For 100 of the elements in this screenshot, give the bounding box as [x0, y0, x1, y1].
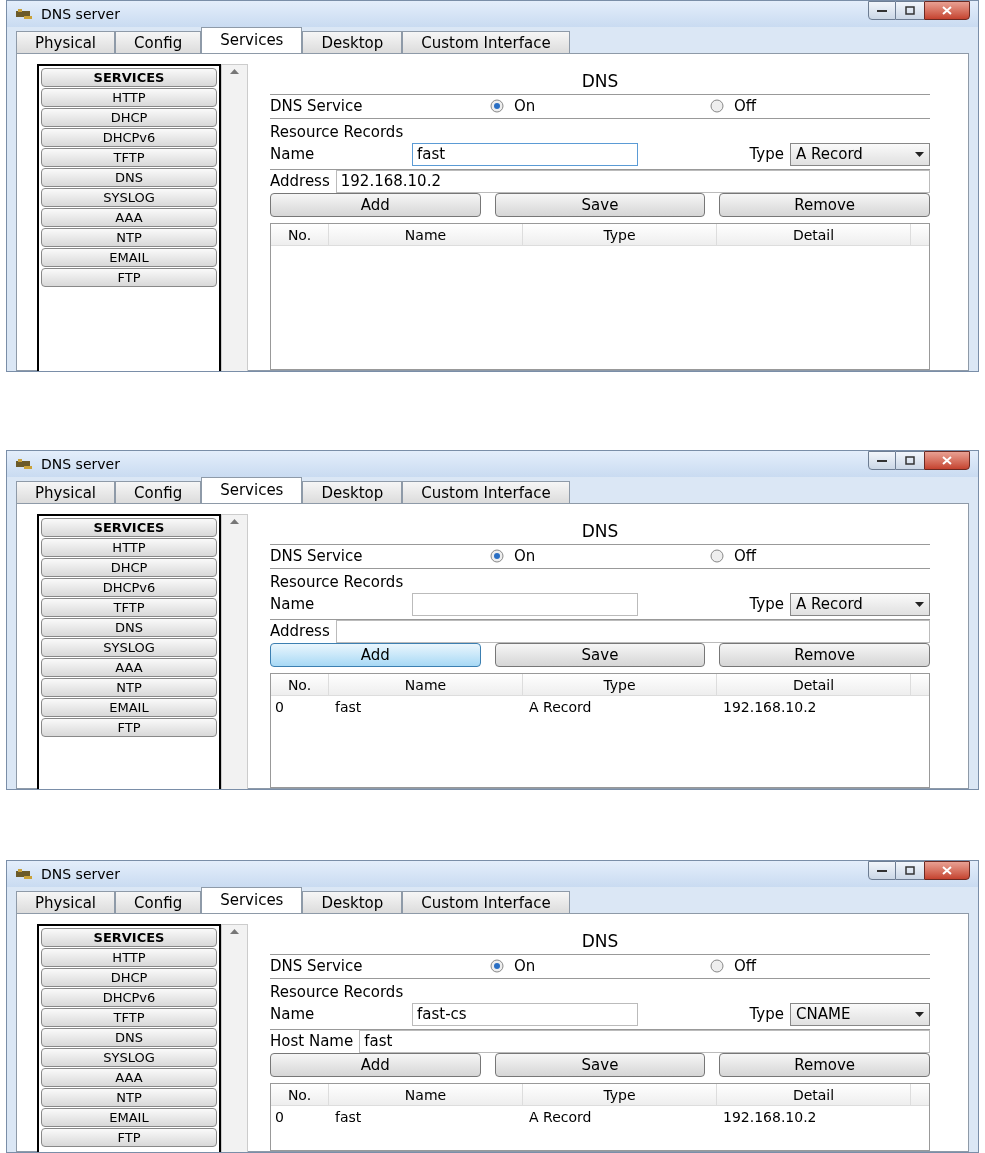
services-header[interactable]: SERVICES	[41, 518, 217, 537]
name-field[interactable]: fast-cs	[412, 1002, 638, 1026]
service-item[interactable]: AAA	[41, 658, 217, 677]
column-header: Name	[329, 1083, 523, 1105]
scroll-up-icon	[230, 929, 239, 934]
service-item[interactable]: NTP	[41, 1088, 217, 1107]
table-cell-text: 192.168.10.2	[722, 698, 818, 717]
services-header[interactable]: SERVICES	[41, 928, 217, 947]
service-item[interactable]: DNS	[41, 1028, 217, 1047]
radio-button[interactable]	[490, 549, 504, 564]
close-button[interactable]	[924, 861, 970, 880]
service-item[interactable]: DHCPv6	[41, 988, 217, 1007]
maximize-icon	[905, 456, 915, 465]
field-label: Name	[270, 593, 316, 615]
service-item[interactable]: DHCP	[41, 558, 217, 577]
section-label: Resource Records	[270, 121, 405, 143]
service-item[interactable]: TFTP	[41, 148, 217, 167]
radio-button[interactable]	[710, 99, 724, 114]
radio-button[interactable]	[710, 549, 724, 564]
service-item[interactable]: DNS	[41, 618, 217, 637]
column-header: Name	[329, 673, 523, 695]
tab[interactable]: Services	[201, 27, 303, 53]
action-button[interactable]: Add	[270, 192, 481, 217]
service-item[interactable]: TFTP	[41, 598, 217, 617]
service-item[interactable]: HTTP	[41, 88, 217, 107]
tab[interactable]: Desktop	[302, 31, 403, 53]
tab[interactable]: Config	[115, 481, 202, 503]
minimize-button[interactable]	[868, 861, 896, 880]
address-field[interactable]: fast	[359, 1029, 930, 1053]
minimize-button[interactable]	[868, 1, 896, 20]
action-button[interactable]: Remove	[719, 192, 930, 217]
service-item[interactable]: HTTP	[41, 538, 217, 557]
tab[interactable]: Desktop	[302, 891, 403, 913]
radio-button[interactable]	[490, 99, 504, 114]
action-button[interactable]: Save	[494, 192, 706, 217]
radio-button[interactable]	[490, 959, 504, 974]
table-cell-text: 0	[274, 698, 285, 717]
action-button[interactable]: Save	[494, 642, 706, 667]
service-item[interactable]: DHCP	[41, 108, 217, 127]
field-label: Host Name	[270, 1030, 354, 1052]
name-field[interactable]: fast	[412, 142, 638, 166]
service-item[interactable]: SYSLOG	[41, 638, 217, 657]
action-button[interactable]: Add	[270, 1052, 481, 1077]
field-label: DNS Service	[270, 956, 364, 977]
service-item[interactable]: DHCPv6	[41, 578, 217, 597]
services-header[interactable]: SERVICES	[41, 68, 217, 87]
tab[interactable]: Custom Interface	[402, 481, 570, 503]
type-dropdown[interactable]: A Record	[790, 592, 930, 616]
tab[interactable]: Physical	[16, 481, 116, 503]
maximize-button[interactable]	[896, 451, 924, 470]
close-icon	[942, 6, 952, 15]
section-title: DNS	[580, 70, 620, 93]
service-item[interactable]: AAA	[41, 208, 217, 227]
service-item[interactable]: SYSLOG	[41, 1048, 217, 1067]
service-item[interactable]: FTP	[41, 1128, 217, 1147]
caret-icon	[915, 601, 924, 607]
tab[interactable]: Services	[201, 477, 303, 503]
service-item[interactable]: FTP	[41, 718, 217, 737]
address-field[interactable]	[335, 619, 930, 643]
tab[interactable]: Config	[115, 891, 202, 913]
service-item[interactable]: EMAIL	[41, 698, 217, 717]
service-item[interactable]: DNS	[41, 168, 217, 187]
tab[interactable]: Desktop	[302, 481, 403, 503]
action-button[interactable]: Add	[270, 642, 481, 667]
radio-button[interactable]	[710, 959, 724, 974]
tab[interactable]: Physical	[16, 891, 116, 913]
action-button[interactable]: Remove	[719, 642, 930, 667]
service-item[interactable]: NTP	[41, 228, 217, 247]
radio-label: On	[514, 546, 536, 567]
type-dropdown[interactable]: A Record	[790, 142, 930, 166]
service-item[interactable]: FTP	[41, 268, 217, 287]
minimize-button[interactable]	[868, 451, 896, 470]
field-label: Address	[270, 170, 330, 192]
name-field[interactable]	[412, 592, 638, 616]
service-item[interactable]: DHCP	[41, 968, 217, 987]
address-field[interactable]: 192.168.10.2	[335, 169, 930, 193]
tab[interactable]: Config	[115, 31, 202, 53]
service-item[interactable]: SYSLOG	[41, 188, 217, 207]
service-item[interactable]: NTP	[41, 678, 217, 697]
maximize-button[interactable]	[896, 1, 924, 20]
type-dropdown[interactable]: CNAME	[790, 1002, 930, 1026]
action-button[interactable]: Save	[494, 1052, 706, 1077]
tab[interactable]: Physical	[16, 31, 116, 53]
tab[interactable]: Custom Interface	[402, 891, 570, 913]
service-item[interactable]: TFTP	[41, 1008, 217, 1027]
field-label: Type	[749, 143, 784, 165]
field-label: DNS Service	[270, 546, 364, 567]
tab[interactable]: Custom Interface	[402, 31, 570, 53]
radio-label: Off	[734, 956, 757, 977]
close-button[interactable]	[924, 1, 970, 20]
service-item[interactable]: EMAIL	[41, 248, 217, 267]
tab[interactable]: Services	[201, 887, 303, 913]
service-item[interactable]: AAA	[41, 1068, 217, 1087]
service-item[interactable]: HTTP	[41, 948, 217, 967]
maximize-button[interactable]	[896, 861, 924, 880]
close-button[interactable]	[924, 451, 970, 470]
service-item[interactable]: EMAIL	[41, 1108, 217, 1127]
action-button[interactable]: Remove	[719, 1052, 930, 1077]
service-item[interactable]: DHCPv6	[41, 128, 217, 147]
table-cell-text: fast	[334, 1108, 363, 1127]
